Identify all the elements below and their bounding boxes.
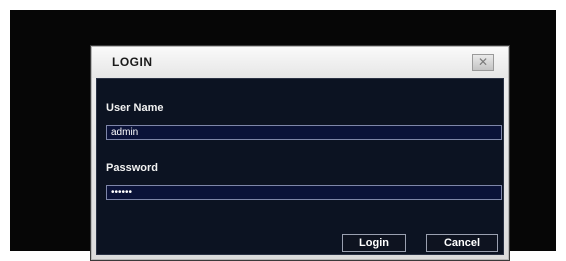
screen-background: LOGIN ✕ User Name admin Password •••••• … [10,10,556,260]
dialog-title-bar: LOGIN ✕ [92,47,508,78]
cancel-button[interactable]: Cancel [426,234,498,252]
dialog-title: LOGIN [112,55,153,69]
password-label: Password [106,162,158,174]
login-button[interactable]: Login [342,234,406,252]
login-dialog: LOGIN ✕ User Name admin Password •••••• … [91,46,509,260]
password-field[interactable]: •••••• [106,185,502,200]
close-icon: ✕ [477,55,489,69]
login-form-panel: User Name admin Password •••••• Login Ca… [96,78,504,255]
username-field[interactable]: admin [106,125,502,140]
username-label: User Name [106,102,164,114]
close-button[interactable]: ✕ [472,54,494,71]
